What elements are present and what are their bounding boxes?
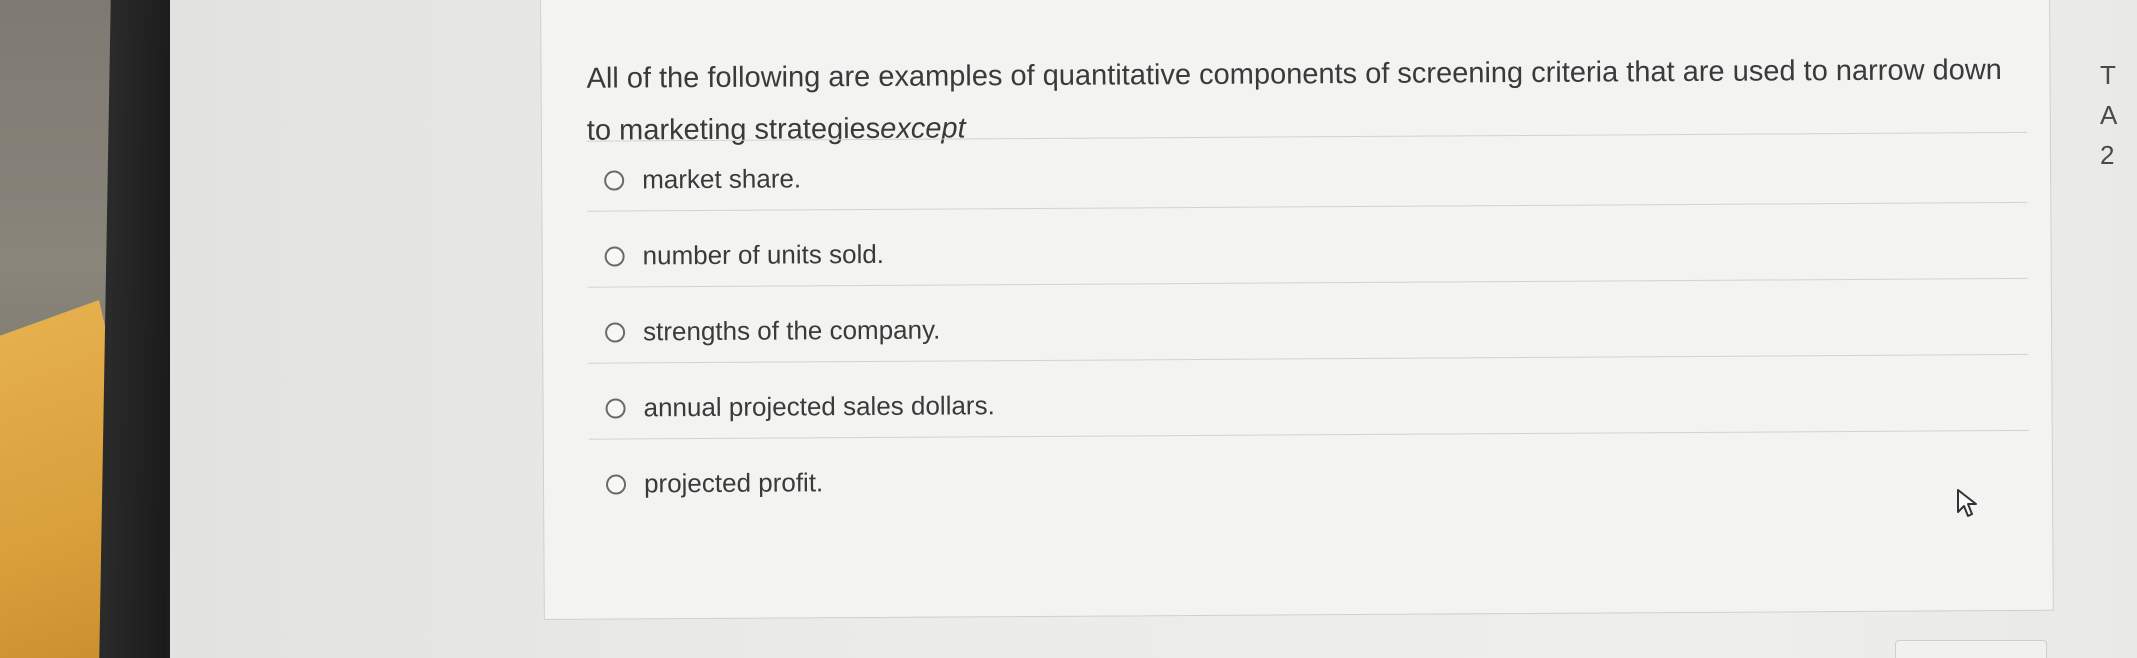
photo-frame: All of the following are examples of qua… [0,0,2137,658]
browser-screen: All of the following are examples of qua… [170,0,2137,658]
answer-option-4[interactable]: annual projected sales dollars. [605,390,995,423]
radio-unselected-icon[interactable] [605,473,627,495]
answer-option-5[interactable]: projected profit. [605,467,824,499]
question-card: All of the following are examples of qua… [540,0,2054,620]
radio-unselected-icon[interactable] [604,169,625,191]
divider [587,277,2028,288]
radio-unselected-icon[interactable] [605,321,626,343]
question-emphasis: except [880,112,966,145]
radio-unselected-icon[interactable] [604,245,625,267]
answer-option-label: projected profit. [643,467,824,499]
side-panel-text: T A 2 [2100,60,2137,180]
divider [588,353,2029,364]
answer-option-1[interactable]: market share. [604,163,801,195]
pointer-arrow-icon [1957,489,1977,517]
answer-option-label: strengths of the company. [642,314,941,347]
divider [587,201,2028,212]
answer-option-label: annual projected sales dollars. [643,390,995,423]
side-panel-line-2: A [2100,100,2118,130]
side-panel-line-1: T [2100,60,2116,90]
next-button[interactable] [1895,640,2047,658]
side-panel-line-3: 2 [2100,140,2115,170]
divider [588,429,2029,440]
answer-option-label: number of units sold. [642,238,885,271]
answer-option-3[interactable]: strengths of the company. [605,315,940,348]
answer-option-label: market share. [642,163,802,195]
radio-unselected-icon[interactable] [605,397,626,419]
answer-option-2[interactable]: number of units sold. [604,238,885,272]
